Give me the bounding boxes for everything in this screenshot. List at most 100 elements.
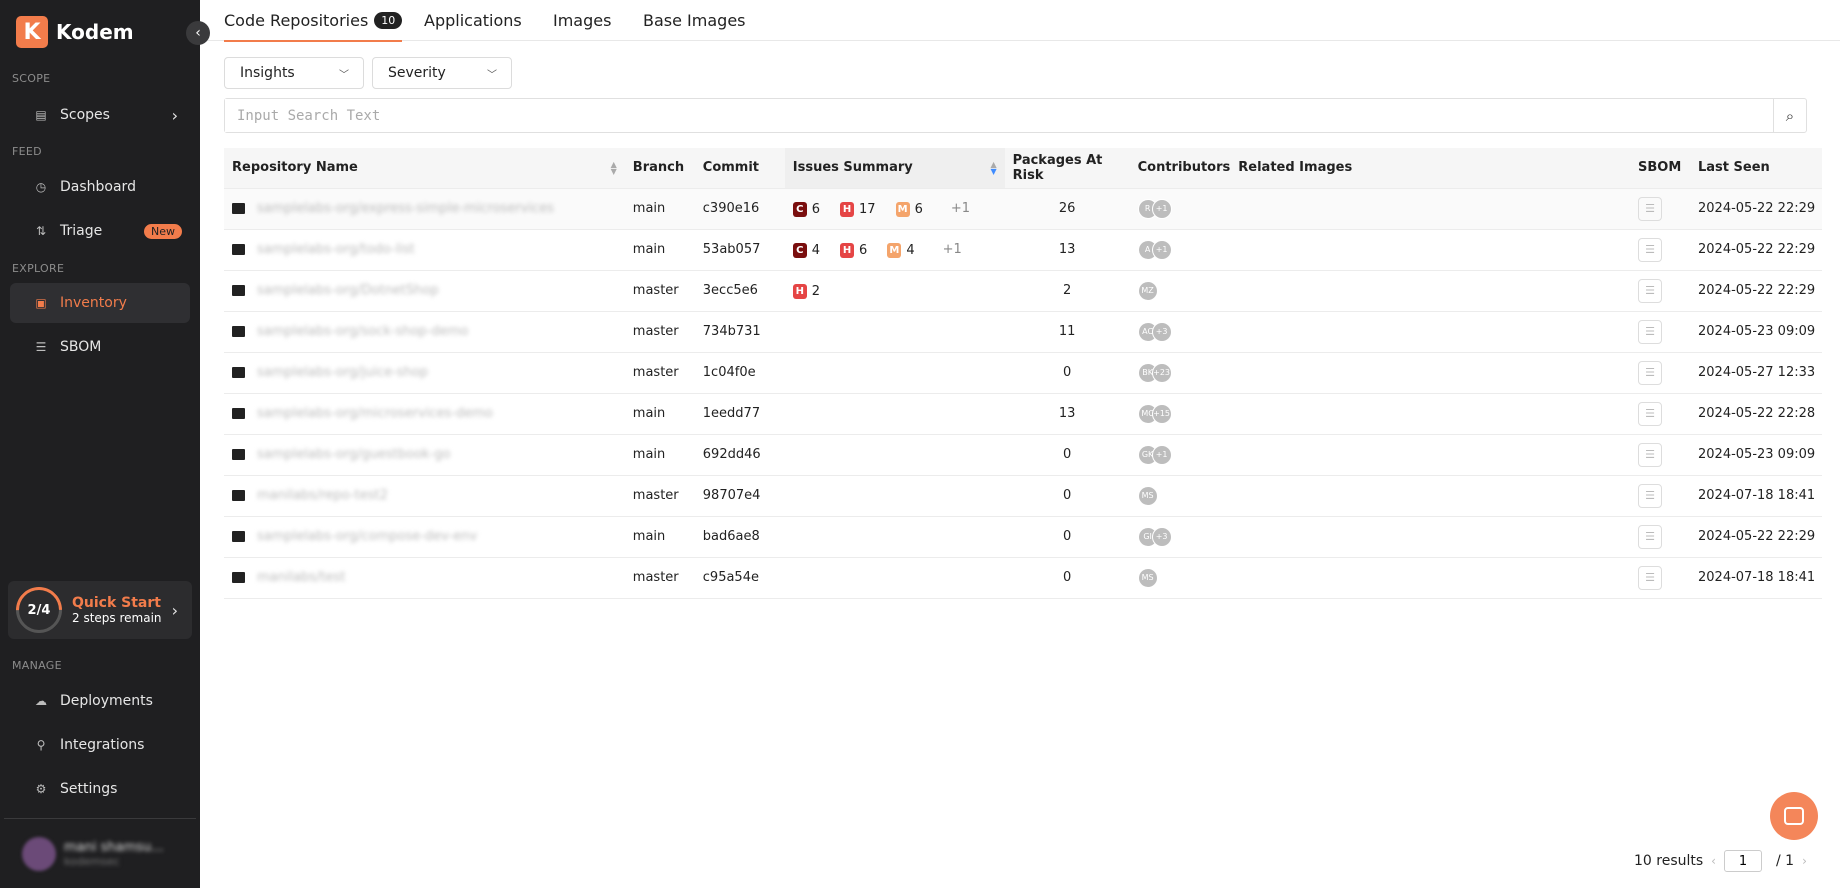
sbom-list-icon[interactable]: ☰ bbox=[1638, 196, 1663, 221]
tab-bar: Code Repositories 10 Applications Images… bbox=[200, 0, 1840, 42]
section-label-manage: MANAGE bbox=[12, 659, 62, 672]
repo-name[interactable]: samplelabs-org/DotnetShop bbox=[257, 283, 439, 298]
tab-base-images[interactable]: Base Images bbox=[643, 11, 746, 40]
user-menu[interactable]: mani shamsu... kodemsec bbox=[4, 818, 196, 888]
table-header-row: Repository Name ▲ ▼ Branch Commit Issues S… bbox=[224, 148, 1822, 189]
contributors-cell: A +1 bbox=[1129, 229, 1231, 271]
more-issues[interactable]: +1 bbox=[951, 201, 970, 216]
contributor-avatar[interactable]: MS bbox=[1137, 485, 1158, 506]
sbom-cell: ☰ bbox=[1630, 270, 1690, 312]
table-row[interactable]: samplelabs-org/guestbook-go main 692dd46… bbox=[224, 434, 1822, 476]
last-seen-cell: 2024-05-27 12:33 bbox=[1690, 352, 1822, 394]
sbom-list-icon[interactable]: ☰ bbox=[1638, 483, 1663, 508]
table-row[interactable]: samplelabs-org/todo-list main 53ab057 C4… bbox=[224, 229, 1822, 271]
sbom-cell: ☰ bbox=[1630, 188, 1690, 230]
commit-cell: 98707e4 bbox=[694, 475, 785, 517]
repo-icon bbox=[232, 531, 245, 542]
sidebar-item-inventory[interactable]: ▣ Inventory bbox=[10, 283, 190, 323]
sidebar-item-dashboard[interactable]: ◷ Dashboard bbox=[10, 167, 190, 207]
sbom-list-icon[interactable]: ☰ bbox=[1638, 565, 1663, 590]
sbom-list-icon[interactable]: ☰ bbox=[1638, 442, 1663, 467]
logo[interactable]: K Kodem bbox=[16, 16, 134, 48]
table-row[interactable]: samplelabs-org/sock-shop-demo master 734… bbox=[224, 311, 1822, 353]
repo-name[interactable]: samplelabs-org/microservices-demo bbox=[257, 406, 493, 421]
sidebar-item-settings[interactable]: ⚙ Settings bbox=[10, 769, 190, 809]
sbom-list-icon[interactable]: ☰ bbox=[1638, 524, 1663, 549]
contributor-avatar[interactable]: MS bbox=[1137, 567, 1158, 588]
chevron-down-icon: ﹀ bbox=[487, 69, 497, 81]
sbom-list-icon[interactable]: ☰ bbox=[1638, 401, 1663, 426]
page-input[interactable] bbox=[1723, 850, 1762, 872]
last-seen-cell: 2024-05-22 22:29 bbox=[1690, 229, 1822, 271]
sidebar-item-scopes[interactable]: ▤ Scopes › bbox=[10, 95, 190, 135]
contributor-avatar[interactable]: +1 bbox=[1151, 239, 1172, 260]
sidebar-item-label: Deployments bbox=[60, 693, 153, 709]
quick-start-card[interactable]: 2/4 Quick Start 2 steps remain › bbox=[6, 577, 192, 643]
repo-name[interactable]: manilabs/repo-test2 bbox=[257, 488, 388, 503]
sbom-list-icon[interactable]: ☰ bbox=[1638, 278, 1663, 303]
sidebar-item-deployments[interactable]: ☁ Deployments bbox=[10, 681, 190, 721]
sidebar-item-sbom[interactable]: ☰ SBOM bbox=[10, 327, 190, 367]
table-row[interactable]: samplelabs-org/juice-shop master 1c04f0e… bbox=[224, 352, 1822, 394]
insights-filter[interactable]: Insights ﹀ bbox=[224, 57, 364, 89]
packages-cell: 0 bbox=[1004, 434, 1130, 476]
tab-images[interactable]: Images bbox=[553, 11, 611, 40]
contributor-avatar[interactable]: +15 bbox=[1151, 403, 1172, 424]
sbom-list-icon[interactable]: ☰ bbox=[1638, 237, 1663, 262]
branch-cell: master bbox=[624, 557, 695, 599]
chevron-down-icon: ﹀ bbox=[339, 69, 349, 81]
packages-cell: 0 bbox=[1004, 557, 1130, 599]
issues-cell bbox=[784, 516, 1005, 558]
table-row[interactable]: samplelabs-org/DotnetShop master 3ecc5e6… bbox=[224, 270, 1822, 312]
repo-name[interactable]: samplelabs-org/sock-shop-demo bbox=[257, 324, 468, 339]
table-row[interactable]: manilabs/test master c95a54e 0 MS ☰ 2024… bbox=[224, 557, 1822, 599]
col-header-issues[interactable]: Issues Summary ▲ ▼ bbox=[784, 148, 1005, 189]
contributor-avatar[interactable]: MZ bbox=[1137, 280, 1158, 301]
table-row[interactable]: samplelabs-org/microservices-demo main 1… bbox=[224, 393, 1822, 435]
table-row[interactable]: samplelabs-org/compose-dev-env main bad6… bbox=[224, 516, 1822, 558]
repo-name[interactable]: samplelabs-org/compose-dev-env bbox=[257, 529, 477, 544]
contributor-avatar[interactable]: +3 bbox=[1151, 526, 1172, 547]
tab-applications[interactable]: Applications bbox=[424, 11, 522, 40]
tab-code-repositories[interactable]: Code Repositories 10 bbox=[224, 11, 403, 42]
issue-count-h: H2 bbox=[792, 283, 820, 299]
severity-filter[interactable]: Severity ﹀ bbox=[372, 57, 512, 89]
more-issues[interactable]: +1 bbox=[943, 242, 962, 257]
contributor-avatar[interactable]: +1 bbox=[1151, 198, 1172, 219]
packages-cell: 11 bbox=[1004, 311, 1130, 353]
repo-cell: samplelabs-org/juice-shop bbox=[224, 352, 625, 394]
search-input[interactable] bbox=[225, 99, 1773, 132]
contributors-cell: MZ bbox=[1129, 270, 1231, 312]
sort-icon[interactable]: ▲ ▼ bbox=[990, 161, 996, 176]
col-header-contributors: Contributors bbox=[1129, 148, 1231, 189]
contributor-avatar[interactable]: +1 bbox=[1151, 444, 1172, 465]
contributor-avatar[interactable]: +3 bbox=[1151, 321, 1172, 342]
chat-button[interactable] bbox=[1770, 792, 1818, 840]
col-header-repository[interactable]: Repository Name ▲ ▼ bbox=[224, 148, 625, 189]
repo-name[interactable]: samplelabs-org/guestbook-go bbox=[257, 447, 450, 462]
sidebar-item-integrations[interactable]: ⚲ Integrations bbox=[10, 725, 190, 765]
repo-name[interactable]: samplelabs-org/express-simple-microservi… bbox=[257, 201, 554, 216]
table-row[interactable]: samplelabs-org/express-simple-microservi… bbox=[224, 188, 1822, 230]
sidebar-item-label: Dashboard bbox=[60, 179, 136, 195]
chevron-right-icon: › bbox=[171, 600, 178, 620]
search-button[interactable]: ⌕ bbox=[1773, 99, 1806, 132]
sbom-list-icon[interactable]: ☰ bbox=[1638, 319, 1663, 344]
repo-icon bbox=[232, 449, 245, 460]
next-page-icon[interactable]: › bbox=[1802, 854, 1807, 868]
sidebar-item-triage[interactable]: ⇅ Triage New bbox=[10, 211, 190, 251]
sbom-list-icon[interactable]: ☰ bbox=[1638, 360, 1663, 385]
repo-name[interactable]: samplelabs-org/todo-list bbox=[257, 242, 415, 257]
sort-icon[interactable]: ▲ ▼ bbox=[611, 161, 617, 176]
repo-name[interactable]: manilabs/test bbox=[257, 570, 345, 585]
repo-cell: samplelabs-org/DotnetShop bbox=[224, 270, 625, 312]
related-images-cell bbox=[1230, 475, 1631, 517]
table-row[interactable]: manilabs/repo-test2 master 98707e4 0 MS … bbox=[224, 475, 1822, 517]
contributor-avatar[interactable]: +23 bbox=[1151, 362, 1172, 383]
collapse-sidebar-button[interactable]: ‹ bbox=[186, 21, 210, 45]
severity-icon: H bbox=[840, 201, 855, 217]
col-header-related-images: Related Images bbox=[1230, 148, 1631, 189]
repo-name[interactable]: samplelabs-org/juice-shop bbox=[257, 365, 428, 380]
prev-page-icon[interactable]: ‹ bbox=[1711, 854, 1716, 868]
sbom-cell: ☰ bbox=[1630, 557, 1690, 599]
